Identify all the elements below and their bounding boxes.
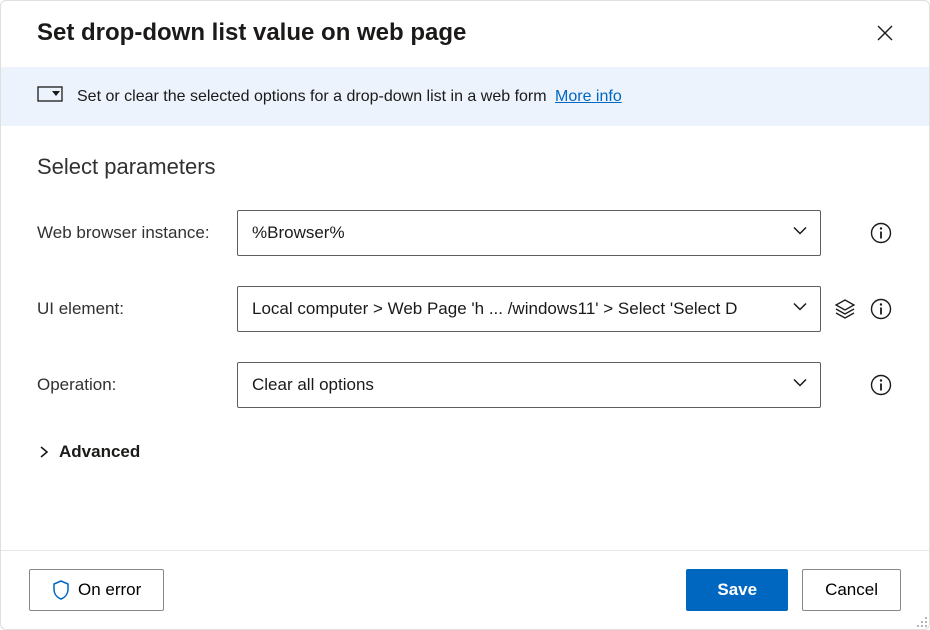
browser-instance-label: Web browser instance: (37, 223, 225, 243)
info-bar: Set or clear the selected options for a … (1, 67, 929, 126)
browser-instance-input[interactable] (237, 210, 821, 256)
operation-select[interactable]: Clear all options (237, 362, 821, 408)
operation-info-button[interactable] (869, 373, 893, 397)
info-text-content: Set or clear the selected options for a … (77, 88, 547, 105)
resize-grip-icon[interactable] (914, 614, 928, 628)
dialog-footer: On error Save Cancel (1, 550, 929, 629)
chevron-right-icon (37, 445, 51, 459)
ui-element-picker-button[interactable] (833, 297, 857, 321)
on-error-label: On error (78, 580, 141, 600)
more-info-link[interactable]: More info (555, 88, 622, 105)
info-text: Set or clear the selected options for a … (77, 88, 622, 106)
operation-control: Clear all options (237, 362, 821, 408)
ui-element-label: UI element: (37, 299, 225, 319)
dialog-header: Set drop-down list value on web page (1, 1, 929, 67)
dialog-content: Select parameters Web browser instance: … (1, 126, 929, 550)
operation-row-icons (833, 373, 893, 397)
browser-row-icons (833, 221, 893, 245)
browser-info-button[interactable] (869, 221, 893, 245)
layers-icon (834, 298, 856, 320)
advanced-toggle[interactable]: Advanced (37, 438, 893, 466)
save-button[interactable]: Save (686, 569, 788, 611)
footer-right: Save Cancel (686, 569, 901, 611)
row-browser-instance: Web browser instance: (37, 210, 893, 256)
row-ui-element: UI element: Local computer > Web Page 'h… (37, 286, 893, 332)
browser-instance-control (237, 210, 821, 256)
shield-icon (52, 580, 70, 600)
advanced-label: Advanced (59, 442, 140, 462)
info-icon (870, 374, 892, 396)
row-operation: Operation: Clear all options (37, 362, 893, 408)
section-title: Select parameters (37, 154, 893, 180)
dialog-title: Set drop-down list value on web page (37, 19, 466, 47)
ui-element-select[interactable]: Local computer > Web Page 'h ... /window… (237, 286, 821, 332)
operation-label: Operation: (37, 375, 225, 395)
ui-element-info-button[interactable] (869, 297, 893, 321)
cancel-button[interactable]: Cancel (802, 569, 901, 611)
close-button[interactable] (869, 17, 901, 49)
on-error-button[interactable]: On error (29, 569, 164, 611)
close-icon (876, 24, 894, 42)
ui-element-row-icons (833, 297, 893, 321)
info-icon (870, 222, 892, 244)
dropdown-glyph-icon (37, 85, 63, 108)
ui-element-control: Local computer > Web Page 'h ... /window… (237, 286, 821, 332)
info-icon (870, 298, 892, 320)
